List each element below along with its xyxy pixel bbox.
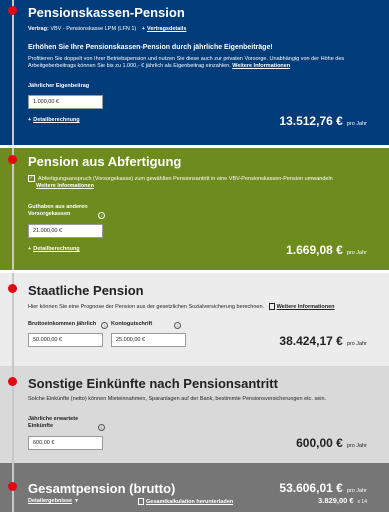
section-title: Staatliche Pension: [28, 283, 144, 298]
chevron-down-icon: ▼: [74, 498, 79, 504]
result-amount: 600,00 € pro Jahr: [296, 436, 367, 450]
contract-label: Vertrag:: [28, 26, 49, 32]
more-info-link[interactable]: Weitere Informationen: [36, 183, 94, 191]
income-input[interactable]: 50.000,00 €: [28, 333, 103, 347]
section-title: Sonstige Einkünfte nach Pensionsantritt: [28, 376, 278, 391]
section-abfertigung: Pension aus Abfertigung ✓ Abfertigungsans…: [0, 148, 389, 270]
timeline-line: [12, 0, 14, 512]
details-dropdown[interactable]: Detailergebnisse ▼: [28, 498, 79, 506]
timeline-dot: [8, 377, 17, 386]
timeline-dot: [8, 284, 17, 293]
total-amount: 53.606,01 € pro Jahr: [279, 481, 367, 495]
section-sonstige-einkuenfte: Sonstige Einkünfte nach Pensionsantritt …: [0, 366, 389, 463]
section-title: Gesamtpension (brutto): [28, 481, 176, 496]
result-amount: 1.669,08 € pro Jahr: [286, 243, 367, 257]
section-gesamtpension: Gesamtpension (brutto) 53.606,01 € pro Ja…: [0, 463, 389, 512]
timeline-dot: [8, 155, 17, 164]
income-label: Bruttoeinkommen jährlich: [28, 321, 97, 327]
contract-line: Vertrag: VBV - Pensionskasse LPM (LFN 1)…: [28, 26, 186, 34]
info-icon[interactable]: i: [174, 322, 181, 329]
account-label: Kontogutschrift: [111, 321, 153, 327]
account-input[interactable]: 25.000,00 €: [111, 333, 186, 347]
document-icon: [268, 303, 275, 310]
timeline-dot: [8, 482, 17, 491]
field-label-2: Vorsorgekassen: [28, 211, 71, 217]
intro-text: Solche Einkünfte (netto) können Mieteinn…: [28, 396, 327, 402]
result-amount: 13.512,76 € pro Jahr: [279, 114, 367, 128]
info-icon[interactable]: i: [98, 212, 105, 219]
promo-title: Erhöhen Sie Ihre Pensionskassen-Pension …: [28, 44, 273, 51]
info-icon[interactable]: i: [98, 424, 105, 431]
plus-icon: +: [141, 26, 145, 32]
timeline-dot: [8, 6, 17, 15]
detail-calc-link[interactable]: + Detailberechnung: [28, 246, 80, 254]
more-info-link[interactable]: Weitere Informationen: [268, 303, 335, 310]
more-info-link[interactable]: Weitere Informationen: [232, 63, 290, 69]
checkbox[interactable]: ✓: [28, 175, 35, 182]
promo-text-2-line: Arbeitgeberbeitrags können Sie bis zu 1.…: [28, 63, 291, 69]
eigenbeitrag-input[interactable]: 1.000,00 €: [28, 95, 103, 109]
section-pensionskasse: Pensionskassen-Pension Vertrag: VBV - Pe…: [0, 0, 389, 145]
section-title: Pension aus Abfertigung: [28, 154, 182, 169]
plus-icon: +: [28, 117, 32, 123]
guthaben-input[interactable]: 21.000,00 €: [28, 224, 103, 238]
result-amount: 38.424,17 € pro Jahr: [279, 334, 367, 348]
download-link[interactable]: Gesamtkalkulation herunterladen: [138, 498, 233, 506]
intro-line: Hier können Sie eine Prognose der Pensio…: [28, 303, 335, 310]
info-icon[interactable]: i: [101, 322, 108, 329]
section-title: Pensionskassen-Pension: [28, 5, 185, 20]
contract-value: VBV - Pensionskasse LPM (LFN 1): [48, 26, 137, 32]
contract-details-link[interactable]: + Vertragsdetails: [142, 26, 187, 32]
detail-calc-link[interactable]: + Detailberechnung: [28, 117, 80, 125]
field-label-2: Einkünfte: [28, 423, 54, 429]
einkuenfte-input[interactable]: 600,00 €: [28, 436, 103, 450]
monthly-amount: 3.829,00 € x 14: [318, 496, 367, 505]
field-label: Jährlicher Eigenbeitrag: [28, 83, 90, 89]
document-icon: [138, 498, 144, 505]
plus-icon: +: [28, 246, 32, 252]
section-staatliche-pension: Staatliche Pension Hier können Sie eine …: [0, 273, 389, 366]
